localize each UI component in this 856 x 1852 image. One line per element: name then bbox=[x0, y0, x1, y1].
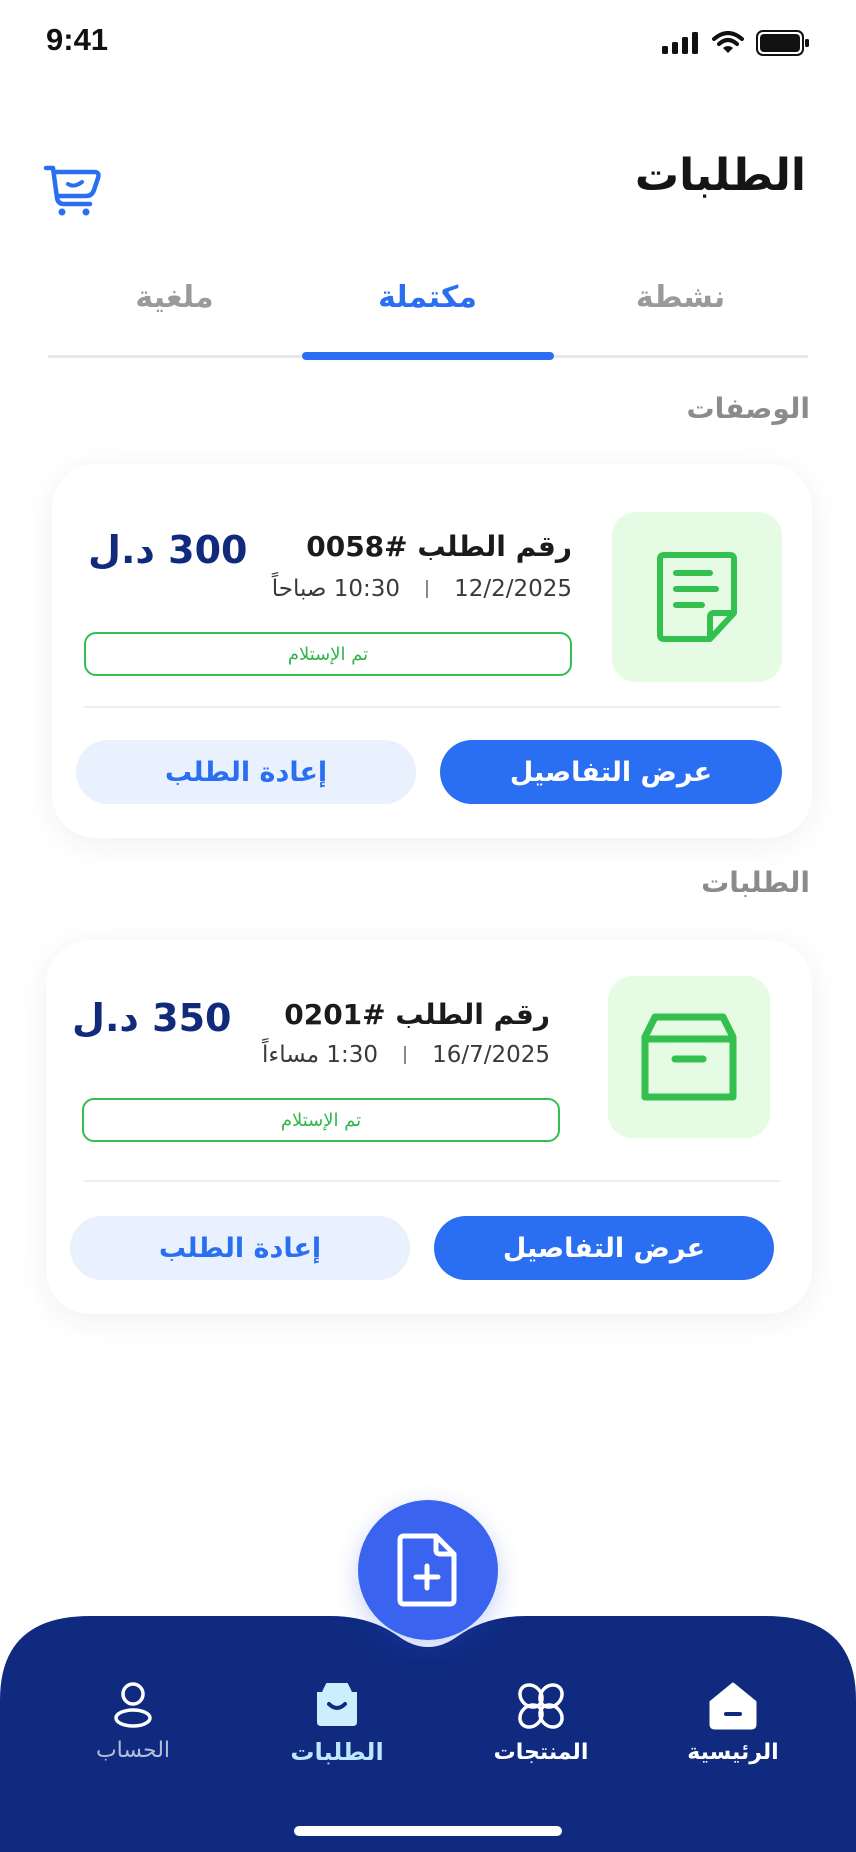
meta-separator bbox=[404, 1046, 407, 1064]
nav-label-home: الرئيسية bbox=[687, 1740, 779, 1765]
section-title-prescriptions: الوصفات bbox=[686, 392, 810, 425]
order-datetime: 16/7/2025 1:30 مساءاً bbox=[262, 1042, 550, 1068]
nav-item-orders[interactable]: الطلبات bbox=[262, 1680, 412, 1766]
order-date: 16/7/2025 bbox=[432, 1042, 550, 1068]
signal-icon bbox=[662, 32, 698, 54]
tab-active[interactable]: نشطة bbox=[554, 280, 807, 315]
wifi-icon bbox=[712, 31, 744, 53]
order-price: 350 د.ل bbox=[72, 996, 232, 1040]
order-time: 1:30 مساءاً bbox=[262, 1042, 379, 1068]
page-title: الطلبات bbox=[634, 150, 806, 201]
nav-label-products: المنتجات bbox=[493, 1740, 589, 1765]
products-icon bbox=[518, 1683, 564, 1729]
order-price: 300 د.ل bbox=[88, 528, 248, 572]
box-icon bbox=[641, 1013, 737, 1101]
cart-button[interactable] bbox=[40, 154, 106, 220]
status-icons bbox=[662, 30, 810, 56]
header: الطلبات bbox=[0, 140, 856, 230]
status-badge: تم الإستلام bbox=[82, 1098, 560, 1142]
order-time: 10:30 صباحاً bbox=[271, 576, 401, 602]
nav-item-products[interactable]: المنتجات bbox=[466, 1680, 616, 1765]
order-thumbnail bbox=[608, 976, 770, 1138]
order-number: رقم الطلب #0058 bbox=[306, 530, 572, 563]
nav-item-account[interactable]: الحساب bbox=[58, 1680, 208, 1763]
reorder-button[interactable]: إعادة الطلب bbox=[76, 740, 416, 804]
order-datetime: 12/2/2025 10:30 صباحاً bbox=[272, 576, 572, 602]
view-details-button[interactable]: عرض التفاصيل bbox=[434, 1216, 774, 1280]
reorder-button[interactable]: إعادة الطلب bbox=[70, 1216, 410, 1280]
order-tabs: ملغية مكتملة نشطة bbox=[48, 280, 808, 365]
document-icon bbox=[657, 552, 737, 642]
battery-icon bbox=[756, 30, 809, 56]
tab-completed[interactable]: مكتملة bbox=[301, 280, 554, 315]
user-icon bbox=[114, 1682, 152, 1728]
tab-selected-indicator bbox=[302, 352, 554, 360]
status-time: 9:41 bbox=[46, 22, 109, 57]
status-badge: تم الإستلام bbox=[84, 632, 572, 676]
meta-separator bbox=[426, 580, 429, 598]
view-details-button[interactable]: عرض التفاصيل bbox=[440, 740, 782, 804]
add-file-icon bbox=[397, 1533, 457, 1607]
card-divider bbox=[84, 706, 780, 708]
tab-cancelled[interactable]: ملغية bbox=[48, 280, 301, 315]
status-bar: 9:41 bbox=[0, 0, 856, 90]
home-indicator bbox=[294, 1826, 562, 1836]
order-date: 12/2/2025 bbox=[454, 576, 572, 602]
section-title-orders: الطلبات bbox=[701, 866, 810, 899]
nav-label-account: الحساب bbox=[95, 1738, 171, 1763]
add-order-fab[interactable] bbox=[358, 1500, 498, 1640]
nav-item-home[interactable]: الرئيسية bbox=[658, 1680, 808, 1765]
order-number: رقم الطلب #0201 bbox=[284, 998, 550, 1031]
card-divider bbox=[84, 1180, 780, 1182]
order-card: رقم الطلب #0058 12/2/2025 10:30 صباحاً 3… bbox=[52, 464, 812, 838]
order-card: رقم الطلب #0201 16/7/2025 1:30 مساءاً 35… bbox=[46, 940, 812, 1314]
orders-bag-icon bbox=[317, 1683, 357, 1726]
order-thumbnail bbox=[612, 512, 782, 682]
nav-label-orders: الطلبات bbox=[290, 1738, 384, 1766]
cart-icon bbox=[43, 165, 101, 216]
home-icon bbox=[709, 1682, 757, 1730]
